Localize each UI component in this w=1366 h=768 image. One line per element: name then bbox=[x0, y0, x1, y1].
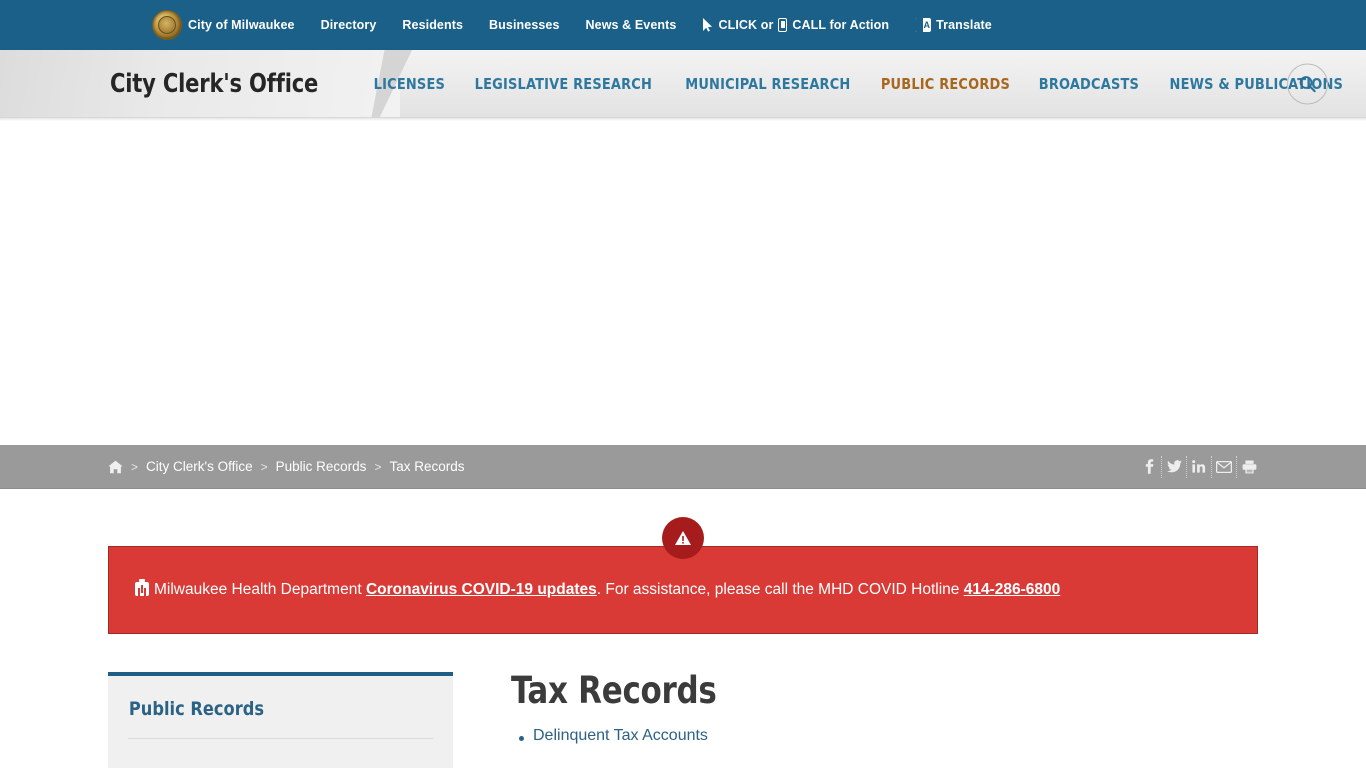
top-item-businesses[interactable]: Businesses bbox=[476, 18, 572, 32]
top-item-label: City of Milwaukee bbox=[188, 18, 295, 32]
warning-triangle-icon bbox=[675, 531, 691, 545]
alert-message: Milwaukee Health Department Coronavirus … bbox=[135, 579, 1061, 600]
top-item-label: News & Events bbox=[585, 18, 677, 32]
nav-item-licenses[interactable]: LICENSES bbox=[365, 75, 455, 93]
breadcrumb-item-city-clerks-office[interactable]: City Clerk's Office bbox=[146, 459, 253, 474]
milwaukee-seal-icon bbox=[152, 10, 182, 40]
nav-item-public-records[interactable]: PUBLIC RECORDS bbox=[872, 75, 1020, 93]
breadcrumb-bar: > City Clerk's Office > Public Records >… bbox=[0, 445, 1366, 489]
breadcrumb-item-public-records[interactable]: Public Records bbox=[276, 459, 367, 474]
sidebar-heading: Public Records bbox=[128, 698, 264, 720]
twitter-icon bbox=[1166, 460, 1182, 473]
home-icon bbox=[108, 460, 123, 473]
top-item-click-or-call-for-action[interactable]: CLICK or CALL for Action bbox=[689, 18, 902, 32]
utility-top-bar: City of Milwaukee Directory Residents Bu… bbox=[0, 0, 1366, 50]
cursor-icon bbox=[703, 18, 713, 32]
breadcrumb-separator: > bbox=[374, 459, 382, 474]
search-icon bbox=[1299, 75, 1316, 92]
sidebar-menu-list bbox=[108, 739, 453, 768]
facebook-icon bbox=[1145, 459, 1153, 474]
share-twitter-button[interactable] bbox=[1162, 455, 1187, 478]
nav-item-broadcasts[interactable]: BROADCASTS bbox=[1030, 75, 1149, 93]
top-item-city-of-milwaukee[interactable]: City of Milwaukee bbox=[152, 10, 308, 40]
breadcrumb-item-tax-records: Tax Records bbox=[389, 459, 465, 474]
breadcrumb-separator: > bbox=[131, 459, 139, 474]
sidebar-public-records: Public Records bbox=[108, 672, 453, 768]
search-button[interactable] bbox=[1287, 63, 1328, 104]
nav-item-legislative-research[interactable]: LEGISLATIVE RESEARCH bbox=[465, 75, 661, 93]
alert-text-before: Milwaukee Health Department bbox=[154, 580, 366, 598]
list-item: Delinquent Tax Accounts bbox=[519, 727, 1258, 745]
top-item-directory[interactable]: Directory bbox=[308, 18, 390, 32]
top-item-label: Translate bbox=[936, 18, 992, 32]
main-navigation-bar: City Clerk's Office LICENSES LEGISLATIVE… bbox=[0, 50, 1366, 118]
share-facebook-button[interactable] bbox=[1137, 455, 1162, 478]
email-icon bbox=[1216, 460, 1232, 473]
tax-records-link-list: Delinquent Tax Accounts bbox=[511, 727, 1258, 745]
share-email-button[interactable] bbox=[1212, 455, 1237, 478]
top-item-label: Businesses bbox=[489, 18, 560, 32]
top-item-translate[interactable]: Translate bbox=[902, 18, 1005, 32]
hero-banner-area bbox=[0, 118, 1366, 445]
site-title[interactable]: City Clerk's Office bbox=[110, 69, 318, 99]
utility-nav-list: City of Milwaukee Directory Residents Bu… bbox=[152, 10, 1005, 40]
nav-item-municipal-research[interactable]: MUNICIPAL RESEARCH bbox=[676, 75, 860, 93]
print-button[interactable] bbox=[1237, 456, 1262, 478]
share-toolbar bbox=[1137, 455, 1262, 478]
top-item-residents[interactable]: Residents bbox=[389, 18, 476, 32]
medical-kit-icon bbox=[135, 579, 149, 596]
linkedin-icon bbox=[1192, 460, 1206, 473]
primary-nav-list: LICENSES LEGISLATIVE RESEARCH MUNICIPAL … bbox=[361, 75, 1359, 93]
share-linkedin-button[interactable] bbox=[1187, 455, 1212, 478]
link-delinquent-tax-accounts[interactable]: Delinquent Tax Accounts bbox=[533, 727, 708, 744]
alert-badge bbox=[662, 517, 704, 559]
breadcrumb: > City Clerk's Office > Public Records >… bbox=[108, 459, 464, 474]
top-item-label: Residents bbox=[402, 18, 464, 32]
covid-alert-region: Milwaukee Health Department Coronavirus … bbox=[108, 517, 1258, 634]
print-icon bbox=[1242, 460, 1257, 473]
covid-updates-link[interactable]: Coronavirus COVID-19 updates bbox=[366, 581, 597, 598]
breadcrumb-home-link[interactable] bbox=[108, 460, 123, 474]
call-label: CALL for Action bbox=[792, 18, 890, 32]
covid-hotline-phone-link[interactable]: 414-286-6800 bbox=[964, 581, 1061, 598]
mobile-phone-icon bbox=[778, 18, 788, 32]
page-title: Tax Records bbox=[511, 669, 717, 712]
click-label: CLICK or bbox=[718, 18, 774, 32]
page-content: Public Records Tax Records Delinquent Ta… bbox=[108, 634, 1258, 768]
covid-alert-banner: Milwaukee Health Department Coronavirus … bbox=[108, 546, 1258, 634]
alert-text-middle: . For assistance, please call the MHD CO… bbox=[596, 580, 964, 598]
translate-icon bbox=[915, 18, 932, 32]
top-item-label: Directory bbox=[320, 18, 377, 32]
breadcrumb-separator: > bbox=[260, 459, 268, 474]
top-item-news-and-events[interactable]: News & Events bbox=[573, 18, 690, 32]
main-column: Tax Records Delinquent Tax Accounts bbox=[511, 672, 1258, 753]
